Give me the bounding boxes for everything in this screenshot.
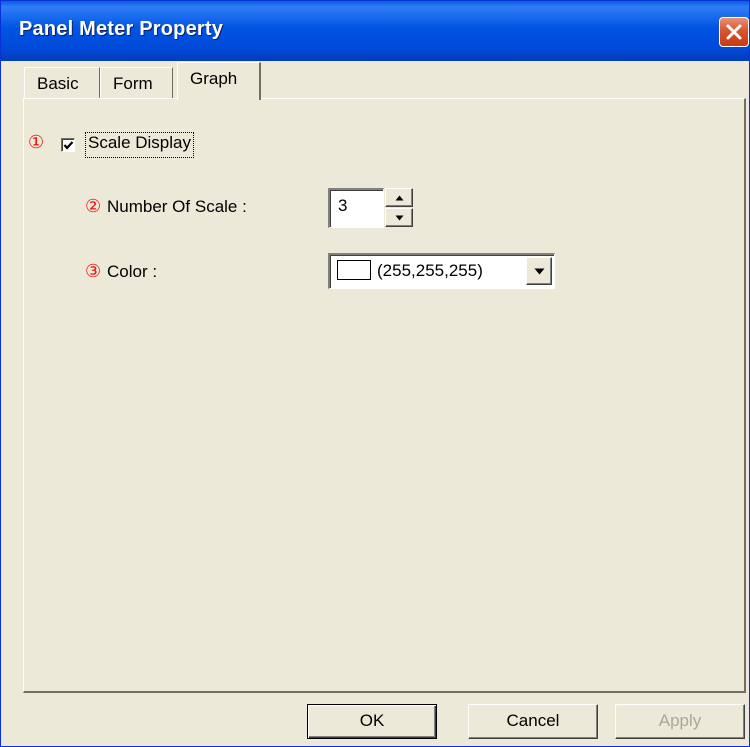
scale-display-checkbox[interactable] xyxy=(61,138,75,152)
number-of-scale-label: Number Of Scale : xyxy=(107,197,247,216)
color-dropdown[interactable]: (255,255,255) xyxy=(328,253,555,289)
arrow-up-icon xyxy=(395,195,404,201)
color-dropdown-button[interactable] xyxy=(526,257,552,285)
ok-button[interactable]: OK xyxy=(307,704,437,739)
dialog-window: Panel Meter Property Basic Form Graph ① … xyxy=(0,0,750,747)
arrow-down-icon xyxy=(395,215,404,221)
close-icon xyxy=(726,24,742,40)
title-bar[interactable]: Panel Meter Property xyxy=(1,1,749,61)
cancel-button[interactable]: Cancel xyxy=(468,704,598,739)
tab-form-label: Form xyxy=(113,74,153,93)
marker-2: ② xyxy=(85,196,102,217)
color-value: (255,255,255) xyxy=(377,261,483,280)
color-label: Color : xyxy=(107,262,158,281)
tab-graph[interactable]: Graph xyxy=(177,62,261,100)
check-icon xyxy=(63,141,74,150)
tab-basic[interactable]: Basic xyxy=(24,67,100,99)
number-of-scale-input[interactable]: 3 xyxy=(328,188,384,228)
tab-basic-label: Basic xyxy=(37,74,79,93)
tab-graph-label: Graph xyxy=(190,69,238,88)
tab-form[interactable]: Form xyxy=(100,67,173,99)
spin-down-button[interactable] xyxy=(385,208,413,227)
marker-1: ① xyxy=(28,132,45,153)
color-swatch xyxy=(337,260,371,280)
close-button[interactable] xyxy=(719,17,749,47)
apply-button[interactable]: Apply xyxy=(615,704,745,739)
chevron-down-icon xyxy=(534,268,545,275)
scale-display-label[interactable]: Scale Display xyxy=(85,132,194,158)
marker-3: ③ xyxy=(85,261,102,282)
window-title: Panel Meter Property xyxy=(19,18,224,40)
spin-up-button[interactable] xyxy=(385,188,413,207)
